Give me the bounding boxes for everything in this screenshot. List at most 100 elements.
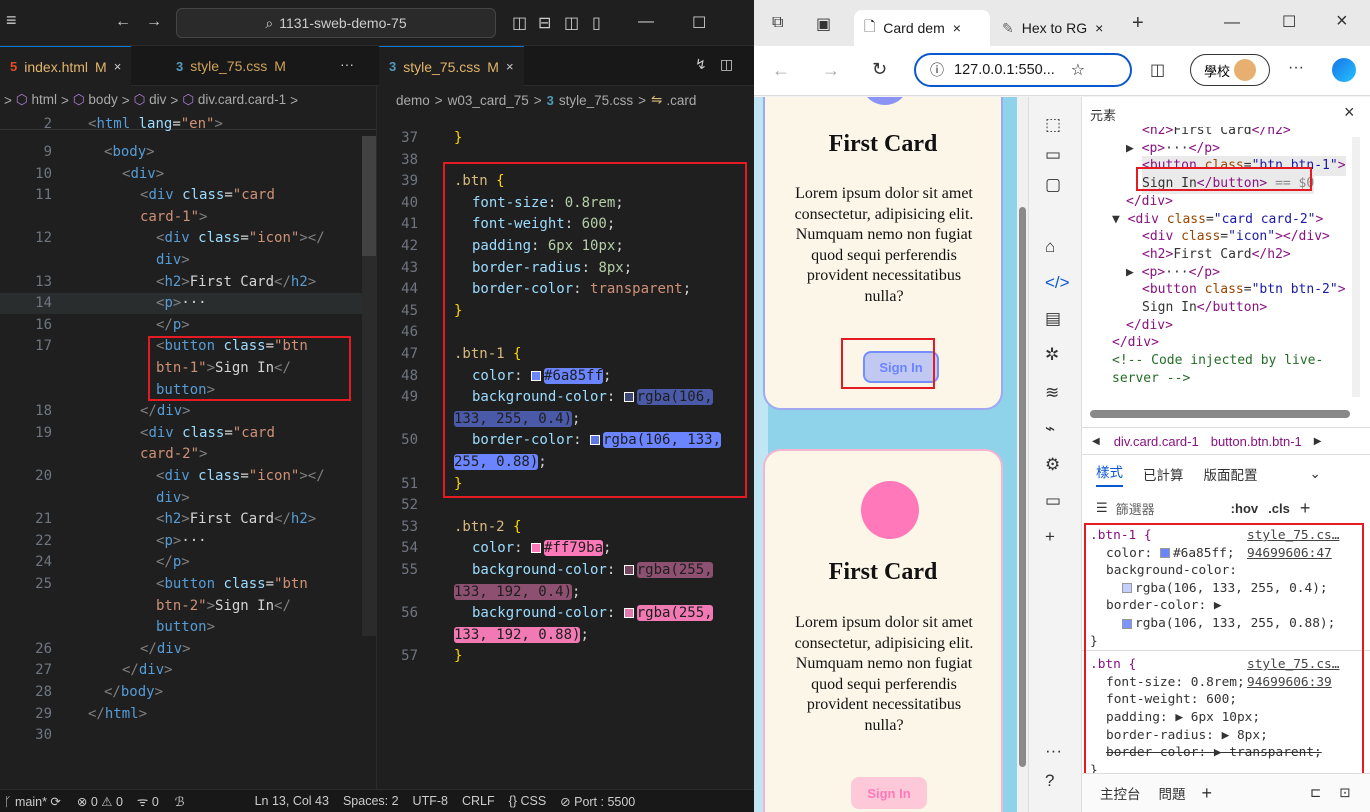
customize-layout-icon[interactable]: ▯ bbox=[592, 13, 601, 33]
end-of-line[interactable]: CRLF bbox=[462, 794, 495, 808]
forward-arrow-icon[interactable]: → bbox=[822, 60, 840, 81]
back-arrow-icon[interactable]: ← bbox=[115, 13, 131, 31]
crumb-item[interactable]: button.btn.btn-1 bbox=[1211, 434, 1302, 449]
tab-console[interactable]: 主控台 bbox=[1100, 783, 1141, 803]
css-editor[interactable]: 37} 38 39 .btn {40 font-size: 0.8rem; 41 font-… bbox=[380, 112, 754, 789]
cursor-position[interactable]: Ln 13, Col 43 bbox=[255, 794, 329, 808]
style-declaration[interactable]: font-size: 0.8rem; bbox=[1106, 674, 1245, 692]
style-declaration[interactable]: color: #6a85ff; bbox=[1106, 545, 1235, 563]
close-icon[interactable]: × bbox=[114, 59, 122, 74]
more-icon[interactable]: ··· bbox=[1288, 59, 1304, 77]
profile-button[interactable]: 學校 bbox=[1190, 54, 1270, 86]
indentation[interactable]: Spaces: 2 bbox=[343, 794, 399, 808]
ports-indicator[interactable]: ᯤ 0 bbox=[137, 793, 159, 810]
live-server-port[interactable]: ⊘ Port : 5500 bbox=[560, 794, 635, 809]
close-window-icon[interactable]: × bbox=[1336, 10, 1348, 33]
style-declaration[interactable]: background-color: bbox=[1106, 562, 1237, 580]
split-screen-icon[interactable]: ◫ bbox=[1150, 60, 1165, 80]
toggle-panel-icon[interactable]: ⊟ bbox=[538, 13, 551, 33]
source-control-branch[interactable]: ᚴ main* ⟳ bbox=[4, 794, 61, 809]
tab-card-demo[interactable]: 🗋 Card dem × bbox=[854, 10, 990, 46]
breadcrumb-item[interactable]: demo bbox=[396, 93, 430, 108]
tab-layout[interactable]: 版面配置 bbox=[1204, 464, 1258, 484]
sign-in-button[interactable]: Sign In bbox=[863, 351, 939, 383]
dock-icon[interactable]: ⊏ bbox=[1310, 785, 1321, 801]
style-declaration[interactable]: .btn-1 { bbox=[1090, 527, 1152, 545]
menu-icon[interactable]: ≡ bbox=[6, 10, 17, 31]
add-tab-icon[interactable]: + bbox=[1202, 783, 1213, 804]
workspaces-icon[interactable]: ⧉ bbox=[772, 14, 783, 32]
styles-pane[interactable]: .btn-1 {color: #6a85ff; background-color:… bbox=[1082, 523, 1370, 773]
chevron-down-icon[interactable]: ⌄ bbox=[1310, 466, 1321, 482]
encoding[interactable]: UTF-8 bbox=[413, 794, 448, 808]
hov-toggle[interactable]: :hov bbox=[1231, 501, 1258, 516]
crumb-item[interactable]: div.card.card-1 bbox=[1114, 434, 1199, 449]
settings-gear-icon[interactable]: ⚙ bbox=[1045, 455, 1060, 475]
dom-scrollbar[interactable] bbox=[1352, 137, 1360, 397]
collapse-drawer-icon[interactable]: ⊡ bbox=[1339, 785, 1350, 801]
panel-toggle-icon[interactable]: ▢ bbox=[1045, 175, 1061, 195]
performance-icon[interactable]: ⌁ bbox=[1045, 419, 1055, 439]
style-declaration[interactable]: padding: ▶ 6px 10px; bbox=[1106, 709, 1260, 727]
scroll-right-icon[interactable]: ▶ bbox=[1314, 436, 1322, 447]
favorite-star-icon[interactable]: ☆ bbox=[1071, 60, 1085, 80]
open-changes-icon[interactable]: ↯ bbox=[695, 56, 707, 73]
breadcrumb-item[interactable]: ⬡ div bbox=[134, 92, 167, 108]
inspect-icon[interactable]: ⬚ bbox=[1045, 115, 1061, 135]
console-icon[interactable]: ▤ bbox=[1045, 309, 1061, 329]
style-declaration[interactable]: .btn { bbox=[1090, 656, 1136, 674]
copilot-icon[interactable] bbox=[1332, 58, 1356, 82]
dom-node[interactable]: server --> bbox=[1112, 369, 1190, 389]
close-icon[interactable]: × bbox=[506, 59, 514, 74]
breadcrumb-item[interactable]: ⬡ html bbox=[16, 92, 57, 108]
copilot-icon[interactable]: ℬ bbox=[175, 794, 185, 809]
new-rule-icon[interactable]: + bbox=[1300, 498, 1311, 519]
tab-style-css-right[interactable]: 3 style_75.css M × bbox=[379, 46, 524, 86]
application-icon[interactable]: ▭ bbox=[1045, 491, 1061, 511]
minimize-icon[interactable]: — bbox=[638, 13, 654, 31]
help-icon[interactable]: ? bbox=[1045, 771, 1054, 791]
minimize-icon[interactable]: — bbox=[1224, 14, 1240, 32]
network-wifi-icon[interactable]: ≋ bbox=[1045, 383, 1059, 403]
style-declaration[interactable]: rgba(106, 133, 255, 0.4); bbox=[1122, 580, 1328, 598]
maximize-icon[interactable]: ☐ bbox=[1282, 12, 1296, 32]
add-tool-icon[interactable]: + bbox=[1045, 527, 1055, 547]
elements-icon[interactable]: </> bbox=[1045, 273, 1070, 293]
style-declaration[interactable]: } bbox=[1090, 633, 1098, 651]
page-scrollbar-thumb[interactable] bbox=[1019, 207, 1026, 767]
site-info-icon[interactable]: ⓘ bbox=[930, 60, 944, 80]
tab-style-css[interactable]: 3 style_75.css M bbox=[166, 46, 296, 86]
more-tools-icon[interactable]: ··· bbox=[1045, 741, 1062, 761]
tab-hex-to-rgb[interactable]: ✎ Hex to RG × bbox=[992, 10, 1120, 46]
dom-tree[interactable]: <h2>First Card</h2> ▶ <p>···</p> <button c… bbox=[1082, 127, 1370, 427]
toggle-primary-sidebar-icon[interactable]: ◫ bbox=[512, 13, 527, 33]
tab-actions-icon[interactable]: ▣ bbox=[816, 14, 831, 34]
cls-toggle[interactable]: .cls bbox=[1268, 501, 1290, 516]
filter-input[interactable]: 篩選器 bbox=[1116, 499, 1155, 518]
sources-bug-icon[interactable]: ✲ bbox=[1045, 345, 1059, 365]
close-icon[interactable]: × bbox=[1344, 102, 1355, 123]
tab-issues[interactable]: 問題 bbox=[1159, 783, 1186, 803]
back-arrow-icon[interactable]: ← bbox=[772, 60, 790, 81]
style-declaration[interactable]: border-radius: ▶ 8px; bbox=[1106, 727, 1268, 745]
breadcrumb-item[interactable]: ⬡ div.card.card-1 bbox=[182, 92, 286, 108]
breadcrumb-item[interactable]: ⬡ body bbox=[73, 92, 118, 108]
welcome-home-icon[interactable]: ⌂ bbox=[1045, 237, 1055, 257]
problems-indicator[interactable]: ⊗ 0 ⚠ 0 bbox=[77, 794, 123, 809]
style-declaration[interactable]: border-color: ▶ transparent; bbox=[1106, 744, 1322, 762]
device-emulation-icon[interactable]: ▭ bbox=[1045, 145, 1061, 165]
tab-styles[interactable]: 樣式 bbox=[1096, 461, 1123, 487]
language-mode[interactable]: {} CSS bbox=[509, 794, 547, 808]
breadcrumb-item[interactable]: .card bbox=[666, 93, 696, 108]
close-icon[interactable]: × bbox=[1095, 20, 1103, 36]
dom-h-scrollbar[interactable] bbox=[1090, 410, 1350, 418]
breadcrumb-item[interactable]: style_75.css bbox=[559, 93, 633, 108]
maximize-icon[interactable]: ☐ bbox=[692, 13, 706, 33]
source-link[interactable]: style_75.cs…94699606:39 bbox=[1247, 656, 1370, 691]
style-declaration[interactable]: font-weight: 600; bbox=[1106, 691, 1237, 709]
tab-index-html[interactable]: 5 index.html M × bbox=[0, 46, 132, 86]
toggle-secondary-sidebar-icon[interactable]: ◫ bbox=[564, 13, 579, 33]
scroll-left-icon[interactable]: ◀ bbox=[1092, 436, 1100, 447]
style-declaration[interactable]: border-color: ▶ bbox=[1106, 597, 1222, 615]
forward-arrow-icon[interactable]: → bbox=[146, 13, 162, 31]
